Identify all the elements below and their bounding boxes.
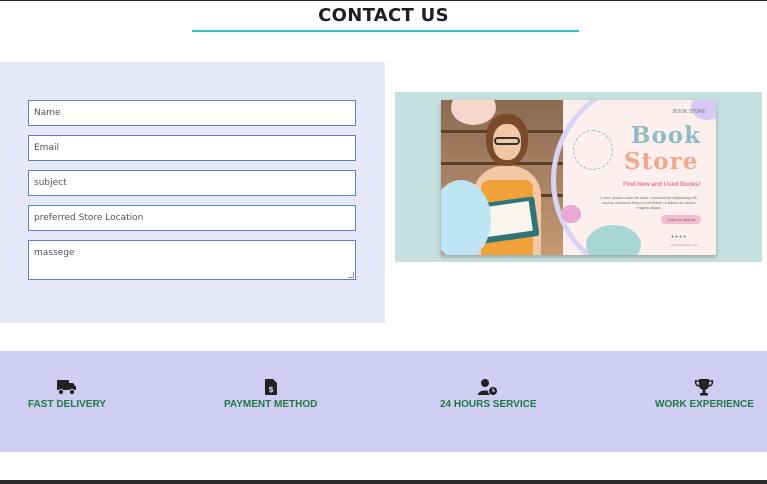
store-logo: BOOK STORE bbox=[673, 109, 706, 115]
feature-work-experience: WORK EXPERIENCE bbox=[655, 378, 754, 410]
banner-website: www.bookstore.com bbox=[671, 243, 698, 247]
bookstore-banner-image: BOOK STORE Book Store Find New and Used … bbox=[395, 92, 762, 262]
bottom-border bbox=[0, 480, 767, 484]
trophy-icon bbox=[695, 379, 714, 396]
banner-tagline: Find New and Used Books! bbox=[623, 182, 701, 188]
name-field[interactable]: Name bbox=[28, 100, 356, 126]
message-textarea[interactable]: massege bbox=[28, 240, 356, 280]
email-field[interactable]: Email bbox=[28, 135, 356, 161]
features-bar: FAST DELIVERY $ PAYMENT METHOD 24 HOURS … bbox=[0, 351, 767, 452]
feature-24-hours-service: 24 HOURS SERVICE bbox=[440, 378, 537, 410]
feature-label: FAST DELIVERY bbox=[28, 399, 106, 410]
user-clock-icon bbox=[478, 379, 499, 396]
resize-grip-icon[interactable] bbox=[348, 272, 354, 278]
top-border bbox=[0, 0, 767, 1]
title-underline bbox=[192, 30, 579, 32]
truck-icon bbox=[56, 380, 76, 396]
message-placeholder: massege bbox=[34, 248, 75, 258]
store-location-field[interactable]: preferred Store Location bbox=[28, 205, 356, 231]
feature-label: 24 HOURS SERVICE bbox=[440, 399, 537, 410]
feature-fast-delivery: FAST DELIVERY bbox=[28, 378, 106, 410]
bookstore-flyer: BOOK STORE Book Store Find New and Used … bbox=[441, 100, 716, 255]
social-icons: ●●●● bbox=[671, 234, 688, 240]
banner-word-book: Book bbox=[631, 122, 702, 149]
contact-form: Name Email subject preferred Store Locat… bbox=[0, 62, 385, 323]
invoice-dollar-icon: $ bbox=[264, 379, 277, 395]
circular-text-badge bbox=[573, 130, 613, 170]
banner-body-text: Lorem ipsum dolor sit amet, consectetur … bbox=[600, 195, 698, 210]
page-title: CONTACT US bbox=[318, 5, 449, 26]
visit-us-button: Come to visit us bbox=[661, 215, 701, 224]
banner-word-store: Store bbox=[624, 148, 699, 175]
feature-label: PAYMENT METHOD bbox=[224, 399, 318, 410]
feature-label: WORK EXPERIENCE bbox=[655, 399, 754, 410]
feature-payment-method: $ PAYMENT METHOD bbox=[224, 378, 317, 410]
subject-field[interactable]: subject bbox=[28, 170, 356, 196]
svg-text:$: $ bbox=[268, 385, 274, 394]
